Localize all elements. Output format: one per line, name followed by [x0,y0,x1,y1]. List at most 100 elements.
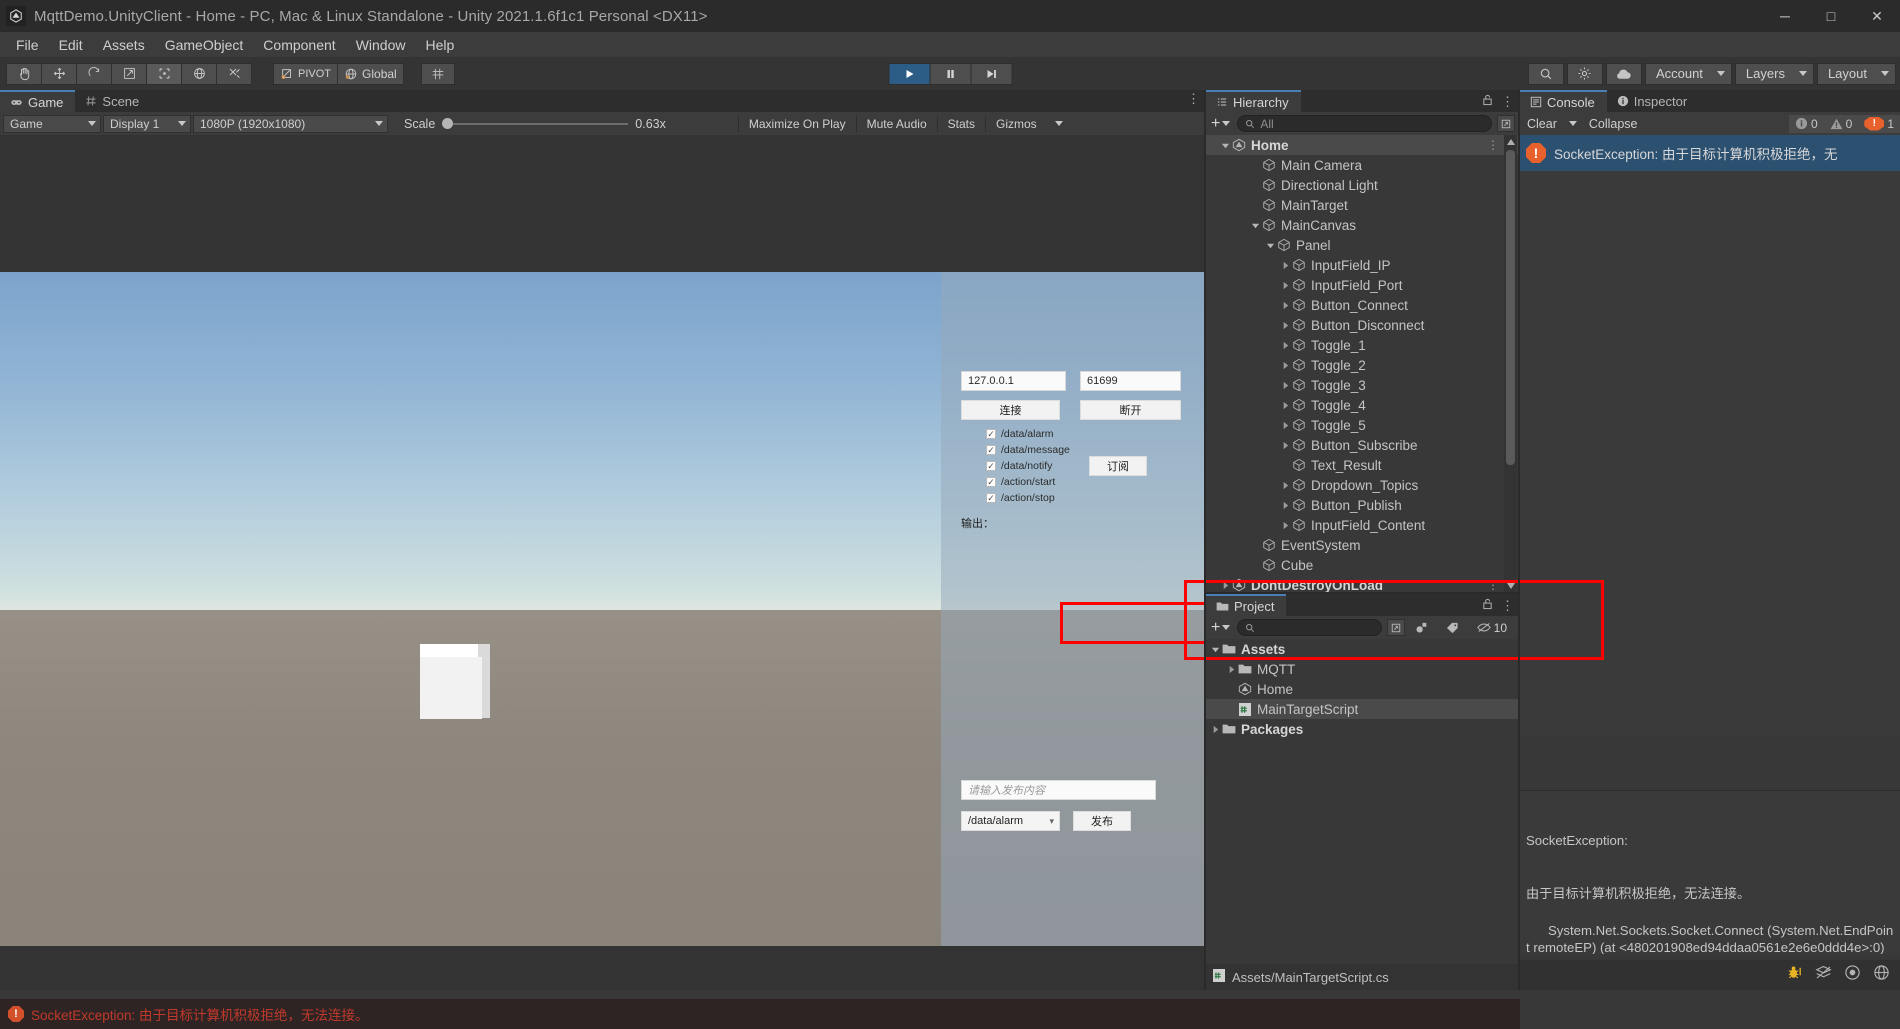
hand-tool-button[interactable] [6,63,42,85]
console-error-count[interactable]: ! 1 [1858,115,1900,133]
minimize-button[interactable]: ─ [1762,0,1808,32]
move-tool-button[interactable] [41,63,77,85]
project-row-maintargetscript[interactable]: MainTargetScript [1206,699,1518,719]
project-row-mqtt[interactable]: MQTT [1206,659,1518,679]
step-button[interactable] [971,63,1013,85]
twisty-icon[interactable] [1280,441,1291,450]
hierarchy-row-text-result[interactable]: Text_Result [1206,455,1518,475]
twisty-icon[interactable] [1280,381,1291,390]
project-expand-icon[interactable] [1387,619,1405,636]
mute-audio-toggle[interactable]: Mute Audio [859,115,935,133]
project-add-button[interactable]: + [1209,619,1232,637]
panel-splitter-vertical-1[interactable] [1204,90,1206,990]
stats-toggle[interactable]: Stats [940,115,983,133]
console-warning-count[interactable]: 0 [1824,115,1859,133]
project-type-filter-icon[interactable] [1407,619,1436,637]
hierarchy-search-input[interactable]: All [1237,115,1492,132]
gizmos-toggle[interactable]: Gizmos [988,115,1045,133]
twisty-icon[interactable] [1280,501,1291,510]
connect-button[interactable]: 连接 [961,400,1060,420]
maximize-on-play-toggle[interactable]: Maximize On Play [741,115,854,133]
hierarchy-row-main-camera[interactable]: Main Camera [1206,155,1518,175]
hierarchy-row-directional-light[interactable]: Directional Light [1206,175,1518,195]
twisty-icon[interactable] [1210,645,1221,654]
console-collapse-toggle[interactable]: Collapse [1582,115,1645,133]
publish-topic-dropdown[interactable]: /data/alarm ▾ [961,811,1060,831]
hierarchy-row-home[interactable]: Home⋮ [1206,135,1518,155]
hierarchy-row-panel[interactable]: Panel [1206,235,1518,255]
publish-button[interactable]: 发布 [1073,811,1131,831]
lock-icon[interactable] [1482,93,1493,111]
display-dropdown[interactable]: Display 1 [103,115,191,133]
game-view-canvas[interactable]: 127.0.0.1 61699 连接 断开 ✓ /data/alarm ✓ /d… [0,135,1204,990]
panel-splitter-horizontal-1[interactable] [1206,592,1518,594]
twisty-icon[interactable] [1280,281,1291,290]
twisty-icon[interactable] [1280,341,1291,350]
project-row-home[interactable]: Home [1206,679,1518,699]
console-detail-pane[interactable]: SocketException: 由于目标计算机积极拒绝，无法连接。 Syste… [1520,790,1900,954]
layout-dropdown[interactable]: Layout [1817,63,1896,85]
project-row-assets[interactable]: Assets [1206,639,1518,659]
hierarchy-expand-icon[interactable] [1497,115,1515,132]
hierarchy-row-toggle-4[interactable]: Toggle_4 [1206,395,1518,415]
port-input-field[interactable]: 61699 [1080,371,1181,391]
menu-gameobject[interactable]: GameObject [155,34,254,56]
hierarchy-tree[interactable]: Home⋮Main CameraDirectional LightMainTar… [1206,135,1518,592]
rect-tool-button[interactable] [146,63,182,85]
panel-menu-icon[interactable]: ⋮ [1187,93,1200,105]
menu-help[interactable]: Help [415,34,464,56]
scroll-down-icon[interactable] [1504,579,1517,592]
panel-menu-icon[interactable]: ⋮ [1501,600,1514,612]
project-row-packages[interactable]: Packages [1206,719,1518,739]
console-entry-0[interactable]: ! SocketException: 由于目标计算机积极拒绝，无 [1520,135,1900,171]
twisty-icon[interactable] [1220,581,1231,590]
scale-slider-group[interactable]: Scale 0.63x [404,117,666,131]
twisty-icon[interactable] [1280,361,1291,370]
hierarchy-add-button[interactable]: + [1209,115,1232,133]
twisty-icon[interactable] [1220,141,1231,150]
project-tree[interactable]: AssetsMQTTHomeMainTargetScriptPackages [1206,639,1518,964]
hierarchy-row-button-connect[interactable]: Button_Connect [1206,295,1518,315]
gizmos-dropdown[interactable] [1047,115,1071,133]
services-gear-icon[interactable] [1567,63,1603,85]
topic-toggle-1[interactable]: ✓ /data/message [986,444,1070,456]
grid-snap-button[interactable] [421,63,455,85]
project-label-filter-icon[interactable] [1438,619,1467,637]
publish-content-input[interactable]: 请输入发布内容 [961,780,1156,800]
menu-window[interactable]: Window [346,34,416,56]
console-entry-list[interactable]: ! SocketException: 由于目标计算机积极拒绝，无 [1520,135,1900,735]
twisty-icon[interactable] [1226,665,1237,674]
play-button[interactable] [889,63,931,85]
twisty-icon[interactable] [1280,481,1291,490]
disconnect-button[interactable]: 断开 [1080,400,1181,420]
tab-game[interactable]: Game [0,90,75,112]
menu-edit[interactable]: Edit [49,34,93,56]
hierarchy-row-maincanvas[interactable]: MainCanvas [1206,215,1518,235]
transform-tool-button[interactable] [181,63,217,85]
hierarchy-row-toggle-3[interactable]: Toggle_3 [1206,375,1518,395]
hierarchy-row-maintarget[interactable]: MainTarget [1206,195,1518,215]
twisty-icon[interactable] [1280,401,1291,410]
scale-slider[interactable] [442,118,628,130]
hierarchy-row-eventsystem[interactable]: EventSystem [1206,535,1518,555]
twisty-icon[interactable] [1265,241,1276,250]
tab-console[interactable]: Console [1520,90,1607,112]
close-button[interactable]: ✕ [1854,0,1900,32]
hierarchy-row-inputfield-port[interactable]: InputField_Port [1206,275,1518,295]
resolution-dropdown[interactable]: 1080P (1920x1080) [193,115,388,133]
pause-button[interactable] [930,63,972,85]
hierarchy-row-toggle-1[interactable]: Toggle_1 [1206,335,1518,355]
hierarchy-row-dropdown-topics[interactable]: Dropdown_Topics [1206,475,1518,495]
bug-icon[interactable] [1786,964,1803,986]
lock-icon[interactable] [1482,597,1493,615]
hidden-packages-count[interactable]: 10 [1469,619,1515,637]
ip-input-field[interactable]: 127.0.0.1 [961,371,1066,391]
topic-toggle-3[interactable]: ✓ /action/start [986,476,1055,488]
search-icon[interactable] [1528,63,1564,85]
cloud-icon[interactable] [1606,63,1642,85]
topic-toggle-2[interactable]: ✓ /data/notify [986,460,1052,472]
tab-scene[interactable]: Scene [75,90,151,112]
hierarchy-row-inputfield-content[interactable]: InputField_Content [1206,515,1518,535]
hierarchy-row-inputfield-ip[interactable]: InputField_IP [1206,255,1518,275]
console-clear-button[interactable]: Clear [1520,115,1564,133]
